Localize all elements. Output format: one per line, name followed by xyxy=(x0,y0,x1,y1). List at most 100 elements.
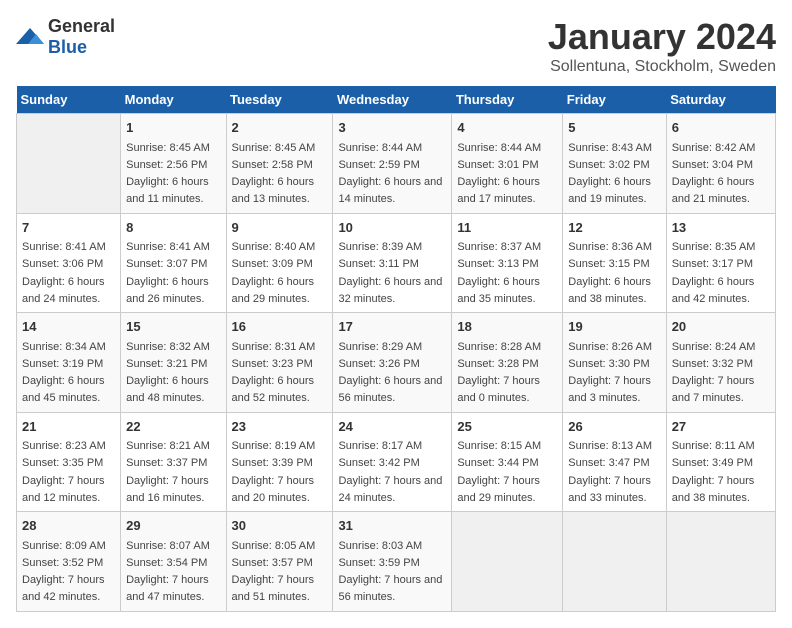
cell-daylight: Daylight: 6 hours and 45 minutes. xyxy=(22,375,105,404)
day-number: 30 xyxy=(232,516,328,536)
cell-sunset: Sunset: 3:26 PM xyxy=(338,358,419,370)
day-number: 18 xyxy=(457,317,557,337)
day-cell: 6 Sunrise: 8:42 AM Sunset: 3:04 PM Dayli… xyxy=(666,114,775,214)
cell-sunrise: Sunrise: 8:11 AM xyxy=(672,440,755,452)
day-number: 10 xyxy=(338,218,446,238)
day-number: 29 xyxy=(126,516,220,536)
cell-daylight: Daylight: 7 hours and 24 minutes. xyxy=(338,475,442,504)
cell-daylight: Daylight: 7 hours and 0 minutes. xyxy=(457,375,540,404)
cell-sunrise: Sunrise: 8:31 AM xyxy=(232,341,316,353)
day-number: 16 xyxy=(232,317,328,337)
cell-sunset: Sunset: 3:37 PM xyxy=(126,457,207,469)
day-number: 27 xyxy=(672,417,770,437)
cell-sunset: Sunset: 3:32 PM xyxy=(672,358,753,370)
day-number: 13 xyxy=(672,218,770,238)
cell-daylight: Daylight: 6 hours and 11 minutes. xyxy=(126,176,209,205)
cell-sunrise: Sunrise: 8:19 AM xyxy=(232,440,316,452)
main-title: January 2024 xyxy=(548,16,776,58)
cell-sunset: Sunset: 3:47 PM xyxy=(568,457,649,469)
day-cell: 25 Sunrise: 8:15 AM Sunset: 3:44 PM Dayl… xyxy=(452,412,563,512)
week-row-2: 7 Sunrise: 8:41 AM Sunset: 3:06 PM Dayli… xyxy=(17,213,776,313)
day-cell xyxy=(666,512,775,612)
day-number: 22 xyxy=(126,417,220,437)
day-cell: 14 Sunrise: 8:34 AM Sunset: 3:19 PM Dayl… xyxy=(17,313,121,413)
day-cell: 4 Sunrise: 8:44 AM Sunset: 3:01 PM Dayli… xyxy=(452,114,563,214)
cell-daylight: Daylight: 6 hours and 29 minutes. xyxy=(232,276,315,305)
day-header-sunday: Sunday xyxy=(17,86,121,114)
day-header-tuesday: Tuesday xyxy=(226,86,333,114)
week-row-5: 28 Sunrise: 8:09 AM Sunset: 3:52 PM Dayl… xyxy=(17,512,776,612)
cell-sunset: Sunset: 2:59 PM xyxy=(338,159,419,171)
cell-sunset: Sunset: 3:35 PM xyxy=(22,457,103,469)
cell-daylight: Daylight: 7 hours and 56 minutes. xyxy=(338,574,442,603)
day-cell: 7 Sunrise: 8:41 AM Sunset: 3:06 PM Dayli… xyxy=(17,213,121,313)
cell-daylight: Daylight: 6 hours and 32 minutes. xyxy=(338,276,442,305)
cell-sunset: Sunset: 3:06 PM xyxy=(22,258,103,270)
calendar-table: SundayMondayTuesdayWednesdayThursdayFrid… xyxy=(16,86,776,612)
day-cell: 3 Sunrise: 8:44 AM Sunset: 2:59 PM Dayli… xyxy=(333,114,452,214)
day-cell: 30 Sunrise: 8:05 AM Sunset: 3:57 PM Dayl… xyxy=(226,512,333,612)
day-cell xyxy=(452,512,563,612)
day-number: 17 xyxy=(338,317,446,337)
day-number: 14 xyxy=(22,317,115,337)
day-cell: 15 Sunrise: 8:32 AM Sunset: 3:21 PM Dayl… xyxy=(121,313,226,413)
logo: General Blue xyxy=(16,16,115,58)
cell-sunrise: Sunrise: 8:41 AM xyxy=(126,241,210,253)
cell-sunrise: Sunrise: 8:28 AM xyxy=(457,341,541,353)
week-row-1: 1 Sunrise: 8:45 AM Sunset: 2:56 PM Dayli… xyxy=(17,114,776,214)
day-cell: 22 Sunrise: 8:21 AM Sunset: 3:37 PM Dayl… xyxy=(121,412,226,512)
day-cell: 21 Sunrise: 8:23 AM Sunset: 3:35 PM Dayl… xyxy=(17,412,121,512)
cell-sunset: Sunset: 3:42 PM xyxy=(338,457,419,469)
day-number: 20 xyxy=(672,317,770,337)
day-number: 21 xyxy=(22,417,115,437)
cell-sunset: Sunset: 3:28 PM xyxy=(457,358,538,370)
cell-sunset: Sunset: 3:52 PM xyxy=(22,557,103,569)
cell-sunset: Sunset: 3:11 PM xyxy=(338,258,419,270)
cell-daylight: Daylight: 6 hours and 56 minutes. xyxy=(338,375,442,404)
day-header-thursday: Thursday xyxy=(452,86,563,114)
cell-daylight: Daylight: 7 hours and 20 minutes. xyxy=(232,475,315,504)
cell-sunset: Sunset: 3:07 PM xyxy=(126,258,207,270)
day-header-wednesday: Wednesday xyxy=(333,86,452,114)
cell-sunrise: Sunrise: 8:05 AM xyxy=(232,540,316,552)
cell-sunrise: Sunrise: 8:15 AM xyxy=(457,440,541,452)
cell-sunset: Sunset: 2:58 PM xyxy=(232,159,313,171)
cell-sunrise: Sunrise: 8:21 AM xyxy=(126,440,210,452)
cell-daylight: Daylight: 7 hours and 7 minutes. xyxy=(672,375,755,404)
cell-sunset: Sunset: 3:44 PM xyxy=(457,457,538,469)
day-cell: 9 Sunrise: 8:40 AM Sunset: 3:09 PM Dayli… xyxy=(226,213,333,313)
cell-sunset: Sunset: 3:57 PM xyxy=(232,557,313,569)
day-cell: 29 Sunrise: 8:07 AM Sunset: 3:54 PM Dayl… xyxy=(121,512,226,612)
cell-daylight: Daylight: 6 hours and 52 minutes. xyxy=(232,375,315,404)
cell-daylight: Daylight: 6 hours and 48 minutes. xyxy=(126,375,209,404)
cell-daylight: Daylight: 6 hours and 24 minutes. xyxy=(22,276,105,305)
day-cell: 17 Sunrise: 8:29 AM Sunset: 3:26 PM Dayl… xyxy=(333,313,452,413)
cell-daylight: Daylight: 7 hours and 42 minutes. xyxy=(22,574,105,603)
day-number: 15 xyxy=(126,317,220,337)
cell-daylight: Daylight: 7 hours and 47 minutes. xyxy=(126,574,209,603)
cell-sunrise: Sunrise: 8:03 AM xyxy=(338,540,422,552)
cell-sunset: Sunset: 3:39 PM xyxy=(232,457,313,469)
day-number: 5 xyxy=(568,118,660,138)
cell-daylight: Daylight: 6 hours and 17 minutes. xyxy=(457,176,540,205)
cell-daylight: Daylight: 7 hours and 29 minutes. xyxy=(457,475,540,504)
cell-daylight: Daylight: 6 hours and 13 minutes. xyxy=(232,176,315,205)
day-number: 26 xyxy=(568,417,660,437)
cell-sunset: Sunset: 3:15 PM xyxy=(568,258,649,270)
cell-sunset: Sunset: 3:54 PM xyxy=(126,557,207,569)
day-number: 4 xyxy=(457,118,557,138)
cell-sunset: Sunset: 3:09 PM xyxy=(232,258,313,270)
day-cell: 19 Sunrise: 8:26 AM Sunset: 3:30 PM Dayl… xyxy=(563,313,666,413)
day-number: 7 xyxy=(22,218,115,238)
day-number: 11 xyxy=(457,218,557,238)
header: General Blue January 2024 Sollentuna, St… xyxy=(16,16,776,76)
title-area: January 2024 Sollentuna, Stockholm, Swed… xyxy=(548,16,776,76)
cell-sunrise: Sunrise: 8:09 AM xyxy=(22,540,106,552)
cell-sunset: Sunset: 3:49 PM xyxy=(672,457,753,469)
logo-blue: Blue xyxy=(48,37,87,57)
cell-sunset: Sunset: 3:59 PM xyxy=(338,557,419,569)
cell-daylight: Daylight: 6 hours and 19 minutes. xyxy=(568,176,651,205)
cell-daylight: Daylight: 6 hours and 35 minutes. xyxy=(457,276,540,305)
day-cell: 20 Sunrise: 8:24 AM Sunset: 3:32 PM Dayl… xyxy=(666,313,775,413)
cell-sunrise: Sunrise: 8:24 AM xyxy=(672,341,756,353)
